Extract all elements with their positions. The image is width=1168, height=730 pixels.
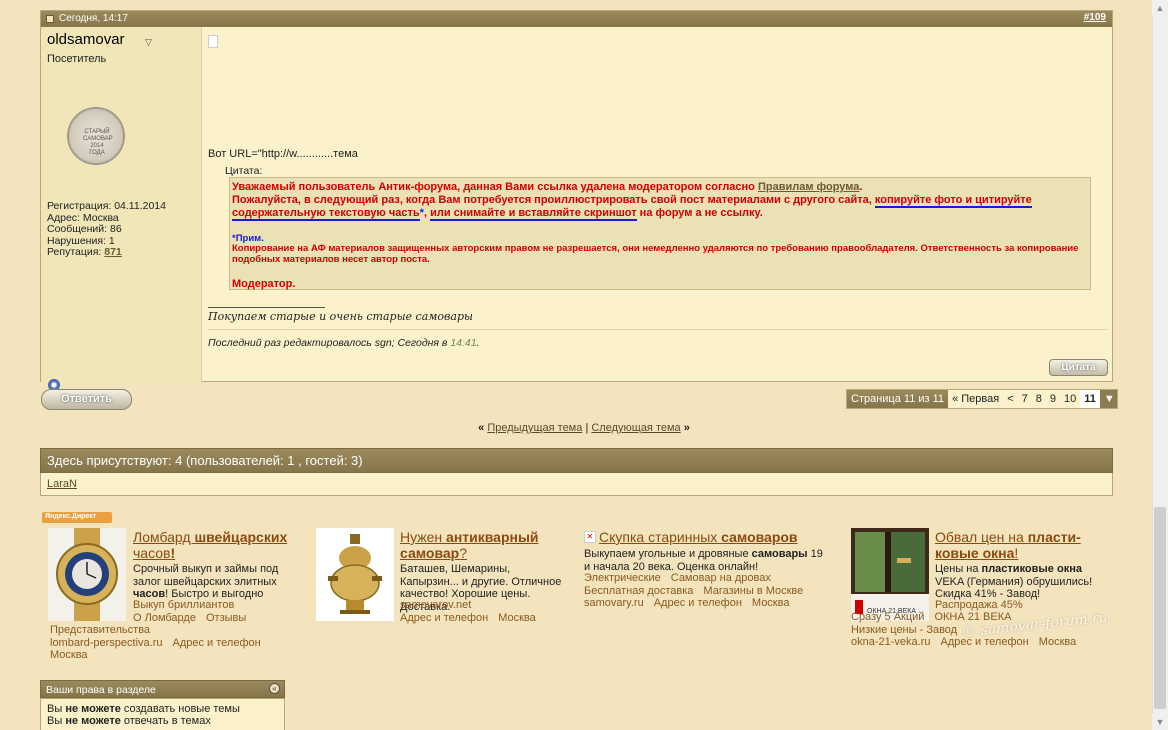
page-link-7[interactable]: 7 <box>1018 390 1032 408</box>
pagination: Страница 11 из 11 « Первая < 7 8 9 10 11… <box>846 389 1118 409</box>
page-prev-link[interactable]: < <box>1003 390 1017 408</box>
ad-2-domain[interactable]: samovarov.net <box>400 599 471 611</box>
ad-2-links: samovarov.net Адрес и телефон Москва <box>400 599 570 624</box>
post-date: Сегодня, 14:17 <box>59 13 128 24</box>
quote-label: Цитата: <box>225 165 263 177</box>
quote-moderator-sign: Модератор. <box>232 278 296 290</box>
ad-4-title[interactable]: Обвал цен на пласти-ковые окна! <box>935 529 1105 561</box>
ad-4-domain[interactable]: okna-21-veka.ru <box>851 636 931 648</box>
post-header: Сегодня, 14:17 #109 <box>41 11 1112 27</box>
quote-button[interactable]: Цитата <box>1049 359 1108 376</box>
last-edited-note: Последний раз редактировалось sgn; Сегод… <box>208 337 480 349</box>
page-current: 11 <box>1080 390 1100 408</box>
page-link-8[interactable]: 8 <box>1032 390 1046 408</box>
ad-3-link[interactable]: Адрес и телефон <box>654 597 742 609</box>
reply-button[interactable]: Ответить <box>41 389 132 410</box>
ad-4-link[interactable]: Распродажа 45% <box>935 599 1023 611</box>
user-reputation: Репутация: 871 <box>47 246 122 258</box>
ad-3-link[interactable]: Магазины в Москве <box>703 585 803 597</box>
collapse-icon[interactable]: « <box>269 683 280 694</box>
ad-3-domain[interactable]: samovary.ru <box>584 597 644 609</box>
next-thread-link[interactable]: Следующая тема <box>591 422 680 434</box>
avatar: СТАРЫЙ САМОВАР 2014 ГОДА <box>67 107 125 165</box>
ad-1-domain[interactable]: lombard-perspectiva.ru <box>50 637 163 649</box>
prev-thread-link[interactable]: Предыдущая тема <box>487 422 582 434</box>
quote-main-text: Уважаемый пользователь Антик-форума, дан… <box>232 181 1032 221</box>
rights-panel-body: Вы не можете создавать новые темы Вы не … <box>40 698 285 730</box>
ad-3-text: Выкупаем угольные и дровяные самовары 19… <box>584 548 823 573</box>
user-info-column: oldsamovar ▽ Посетитель СТАРЫЙ САМОВАР 2… <box>41 27 202 391</box>
signature-divider <box>208 307 325 308</box>
ad-3-link[interactable]: Москва <box>752 597 790 609</box>
scroll-down-arrow-icon[interactable]: ▼ <box>1152 714 1168 730</box>
ad-1-link[interactable]: Адрес и телефон <box>173 637 261 649</box>
user-stats: Регистрация: 04.11.2014 Адрес: Москва Со… <box>47 200 166 259</box>
ad-3-links: Электрические Самовар на дровах Бесплатна… <box>584 572 834 610</box>
ad-1-link[interactable]: Выкуп бриллиантов <box>133 599 234 611</box>
ad-4-text: Цены на пластиковые окна VEKA (Германия)… <box>935 563 1093 600</box>
present-user-link[interactable]: LaraN <box>47 478 77 490</box>
ad-1-links: Выкуп бриллиантов О Ломбарде Отзывы <box>133 599 303 624</box>
rights-panel-header: Ваши права в разделе « <box>40 680 285 698</box>
present-users-header: Здесь присутствуют: 4 (пользователей: 1 … <box>40 448 1113 473</box>
thread-navigation: « Предыдущая тема | Следующая тема » <box>478 422 690 434</box>
ad-2-link[interactable]: Москва <box>498 612 536 624</box>
forum-rules-link[interactable]: Правилам форума <box>758 181 859 193</box>
ad-1-link[interactable]: Представительства <box>50 624 150 636</box>
ad-4-links: Распродажа 45% <box>935 599 1105 612</box>
samovar-image[interactable] <box>316 528 394 621</box>
rights-line: Вы не можете отвечать в темах <box>47 714 211 727</box>
post-number-link[interactable]: #109 <box>1084 12 1106 23</box>
ad-1-links-bottom: Представительства lombard-perspectiva.ru… <box>50 624 305 662</box>
quote-note: Копирование на АФ материалов защищенных … <box>232 243 1079 265</box>
ad-3-favicon: ✕ <box>584 531 596 543</box>
pagination-menu-icon[interactable]: ▼ <box>1099 390 1117 408</box>
page-link-9[interactable]: 9 <box>1046 390 1060 408</box>
avatar-text: СТАРЫЙ САМОВАР 2014 ГОДА <box>83 129 113 156</box>
pagination-label: Страница 11 из 11 <box>847 390 949 408</box>
ad-1-link[interactable]: Отзывы <box>206 612 246 624</box>
ad-1-city[interactable]: Москва <box>50 649 88 661</box>
ad-2-title[interactable]: Нужен антикварный самовар? <box>400 529 570 561</box>
user-registration: Регистрация: 04.11.2014 <box>47 200 166 212</box>
present-users-list: LaraN <box>40 473 1113 496</box>
moderator-quote: Уважаемый пользователь Антик-форума, дан… <box>229 177 1091 290</box>
ad-3-link[interactable]: Бесплатная доставка <box>584 585 693 597</box>
ad-3-link[interactable]: Электрические <box>584 572 661 584</box>
edit-divider <box>208 329 1108 330</box>
scroll-up-arrow-icon[interactable]: ▲ <box>1152 0 1168 16</box>
watch-image[interactable] <box>48 528 126 621</box>
signature: Покупаем старые и очень старые самовары <box>208 310 473 323</box>
post-text: Вот URL="http://w............тема <box>208 148 358 160</box>
quote-highlight-2: или снимайте и вставляйте скриншот <box>430 207 637 221</box>
ad-4-link[interactable]: Москва <box>1039 636 1077 648</box>
rights-panel-title: Ваши права в разделе <box>46 684 156 696</box>
ad-1-title[interactable]: Ломбард швейцарских часов! <box>133 529 303 561</box>
scrollbar-thumb[interactable] <box>1154 507 1166 709</box>
page-link-10[interactable]: 10 <box>1060 390 1080 408</box>
ad-2-link[interactable]: Адрес и телефон <box>400 612 488 624</box>
post-status-icon <box>46 15 54 23</box>
user-menu-dropdown-icon[interactable]: ▽ <box>145 37 152 48</box>
username-link[interactable]: oldsamovar <box>47 31 125 48</box>
ad-3-title[interactable]: Скупка старинных самоваров <box>599 529 849 545</box>
ad-3-link[interactable]: Самовар на дровах <box>671 572 771 584</box>
broken-image-icon <box>208 35 218 48</box>
yandex-direct-badge[interactable]: Яндекс.Директ <box>42 512 112 523</box>
ad-1-link[interactable]: О Ломбарде <box>133 612 196 624</box>
user-post-count: Сообщений: 86 <box>47 223 122 235</box>
ad-4-link[interactable]: Сразу 5 Акций <box>851 611 924 623</box>
ad-1-text: Срочный выкуп и займы под залог швейцарс… <box>133 563 279 600</box>
user-title: Посетитель <box>47 53 107 65</box>
page-first-link[interactable]: « Первая <box>948 390 1003 408</box>
reputation-link[interactable]: 871 <box>104 246 122 258</box>
ad-4-link[interactable]: Низкие цены - Завод <box>851 624 957 636</box>
forum-post: Сегодня, 14:17 #109 oldsamovar ▽ Посетит… <box>40 10 1113 391</box>
